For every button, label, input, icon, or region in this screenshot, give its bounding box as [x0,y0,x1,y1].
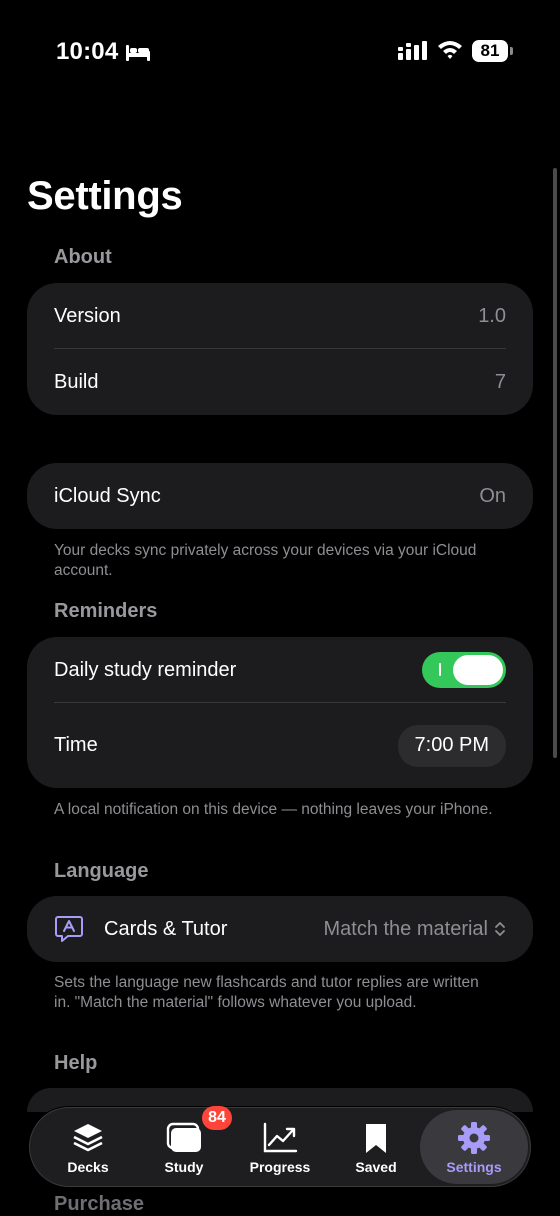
tab-settings[interactable]: Settings [420,1110,528,1184]
reminder-time-label: Time [54,734,98,756]
cards-icon [164,1120,204,1156]
icloud-sync-row[interactable]: iCloud Sync On [27,463,533,529]
toggle-on-mark [439,663,441,676]
section-header-about: About [54,246,112,268]
tab-study[interactable]: Study 84 [136,1106,232,1186]
tab-label: Progress [249,1159,311,1175]
status-bar: 10:04 81 [0,34,560,70]
chevron-up-down-icon [495,922,505,936]
gear-icon [457,1120,491,1156]
bed-icon [126,45,150,61]
tab-label: Decks [67,1159,109,1175]
tab-label: Study [164,1159,204,1175]
tab-decks[interactable]: Decks [40,1108,136,1186]
signal-icon [398,41,427,60]
status-time: 10:04 [56,38,119,65]
reminder-time-picker[interactable]: 7:00 PM [397,724,506,767]
battery-nub [510,47,513,55]
icloud-sync-label: iCloud Sync [54,484,161,507]
chart-icon [262,1120,298,1156]
section-header-language: Language [54,860,149,882]
bookmark-icon [363,1120,389,1156]
section-header-purchase: Purchase [54,1193,145,1215]
reminders-card: Daily study reminder Time 7:00 PM [27,637,533,788]
build-label: Build [54,370,99,393]
cards-tutor-label: Cards & Tutor [104,917,228,940]
language-card: Cards & Tutor Match the material [27,896,533,962]
version-row: Version 1.0 [27,283,533,349]
scroll-indicator[interactable] [553,168,557,758]
daily-reminder-label: Daily study reminder [54,658,237,681]
section-header-help: Help [54,1052,98,1074]
reminders-footnote: A local notification on this device — no… [54,801,493,818]
build-row: Build 7 [27,349,533,415]
daily-reminder-row: Daily study reminder [27,637,533,703]
tab-label: Saved [355,1159,397,1175]
toggle-knob [453,655,503,685]
language-footnote: Sets the language new flashcards and tut… [54,974,479,1011]
version-label: Version [54,304,121,327]
tab-saved[interactable]: Saved [328,1108,424,1186]
language-icon [55,916,83,942]
version-value: 1.0 [478,304,506,327]
wifi-icon [438,41,462,59]
tab-label: Settings [446,1159,502,1175]
language-picker-value: Match the material [323,917,488,940]
language-picker[interactable]: Match the material [323,918,506,941]
study-badge: 84 [202,1106,232,1130]
icloud-sync-value: On [479,484,506,507]
icloud-footnote: Your decks sync privately across your de… [54,542,477,579]
build-value: 7 [494,370,506,393]
section-header-reminders: Reminders [54,600,158,622]
page-title: Settings [27,174,183,218]
tab-progress[interactable]: Progress [232,1108,328,1186]
icloud-card: iCloud Sync On [27,463,533,529]
daily-reminder-toggle[interactable] [422,652,506,688]
stack-icon [71,1120,105,1156]
tab-bar: Decks Study 84 Progress Saved Settings [29,1106,531,1187]
reminder-time-row: Time 7:00 PM [27,703,533,788]
about-card: Version 1.0 Build 7 [27,283,533,415]
cards-tutor-language-row[interactable]: Cards & Tutor Match the material [27,896,533,962]
battery-indicator: 81 [472,40,508,62]
